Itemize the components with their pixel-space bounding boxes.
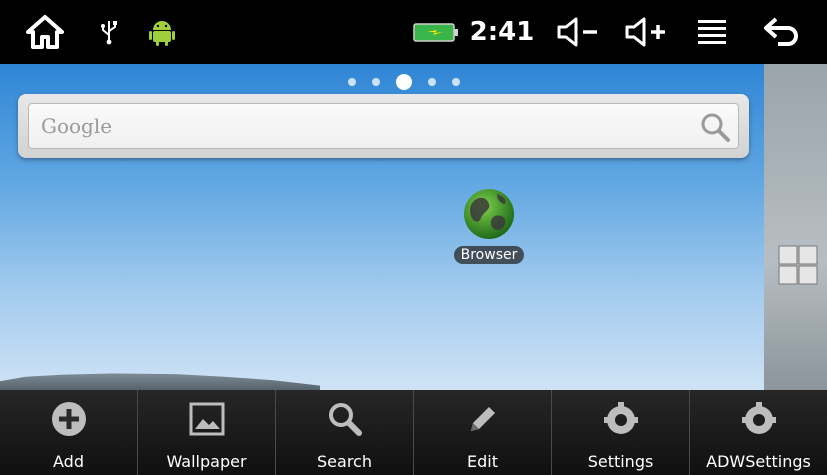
clock: 2:41	[469, 17, 535, 47]
settings-icon	[600, 398, 642, 440]
search-placeholder: Google	[41, 114, 113, 138]
search-icon	[324, 398, 366, 440]
home-icon[interactable]	[22, 0, 68, 64]
status-bar: 2:41	[0, 0, 827, 64]
page-dot[interactable]	[372, 78, 380, 86]
browser-app-icon[interactable]: Browser	[448, 186, 530, 278]
menu-item-add[interactable]: Add	[0, 390, 138, 475]
wallpaper-icon	[186, 398, 228, 440]
menu-item-search[interactable]: Search	[276, 390, 414, 475]
menu-label: Wallpaper	[166, 452, 247, 471]
volume-up-icon[interactable]	[620, 0, 672, 64]
volume-down-icon[interactable]	[552, 0, 604, 64]
menu-label: ADWSettings	[706, 452, 811, 471]
page-indicator	[348, 72, 460, 92]
page-dot[interactable]	[428, 78, 436, 86]
page-dot[interactable]	[348, 78, 356, 86]
options-menu: Add Wallpaper Search Edit Settings ADWSe…	[0, 390, 827, 475]
dock-strip	[764, 64, 827, 390]
page-dot[interactable]	[452, 78, 460, 86]
page-dot-active[interactable]	[396, 74, 412, 90]
adw-settings-icon	[738, 398, 780, 440]
menu-item-wallpaper[interactable]: Wallpaper	[138, 390, 276, 475]
app-drawer-icon[interactable]	[777, 244, 819, 290]
add-icon	[48, 398, 90, 440]
search-icon[interactable]	[698, 110, 732, 144]
menu-item-settings[interactable]: Settings	[552, 390, 690, 475]
back-icon[interactable]	[758, 0, 806, 64]
google-search-input[interactable]: Google	[28, 103, 739, 149]
globe-icon	[464, 189, 514, 239]
menu-label: Settings	[587, 452, 654, 471]
edit-icon	[462, 398, 504, 440]
menu-icon[interactable]	[692, 0, 732, 64]
battery-charging-icon	[412, 0, 460, 64]
android-icon	[146, 0, 178, 64]
menu-label: Edit	[467, 452, 498, 471]
usb-icon	[96, 0, 122, 64]
menu-item-adwsettings[interactable]: ADWSettings	[690, 390, 827, 475]
app-label: Browser	[453, 246, 525, 264]
google-search-widget: Google	[18, 94, 749, 158]
menu-label: Add	[53, 452, 84, 471]
menu-label: Search	[317, 452, 372, 471]
menu-item-edit[interactable]: Edit	[414, 390, 552, 475]
home-screen[interactable]: Google Browser	[0, 64, 827, 390]
wallpaper-landscape	[0, 373, 320, 390]
